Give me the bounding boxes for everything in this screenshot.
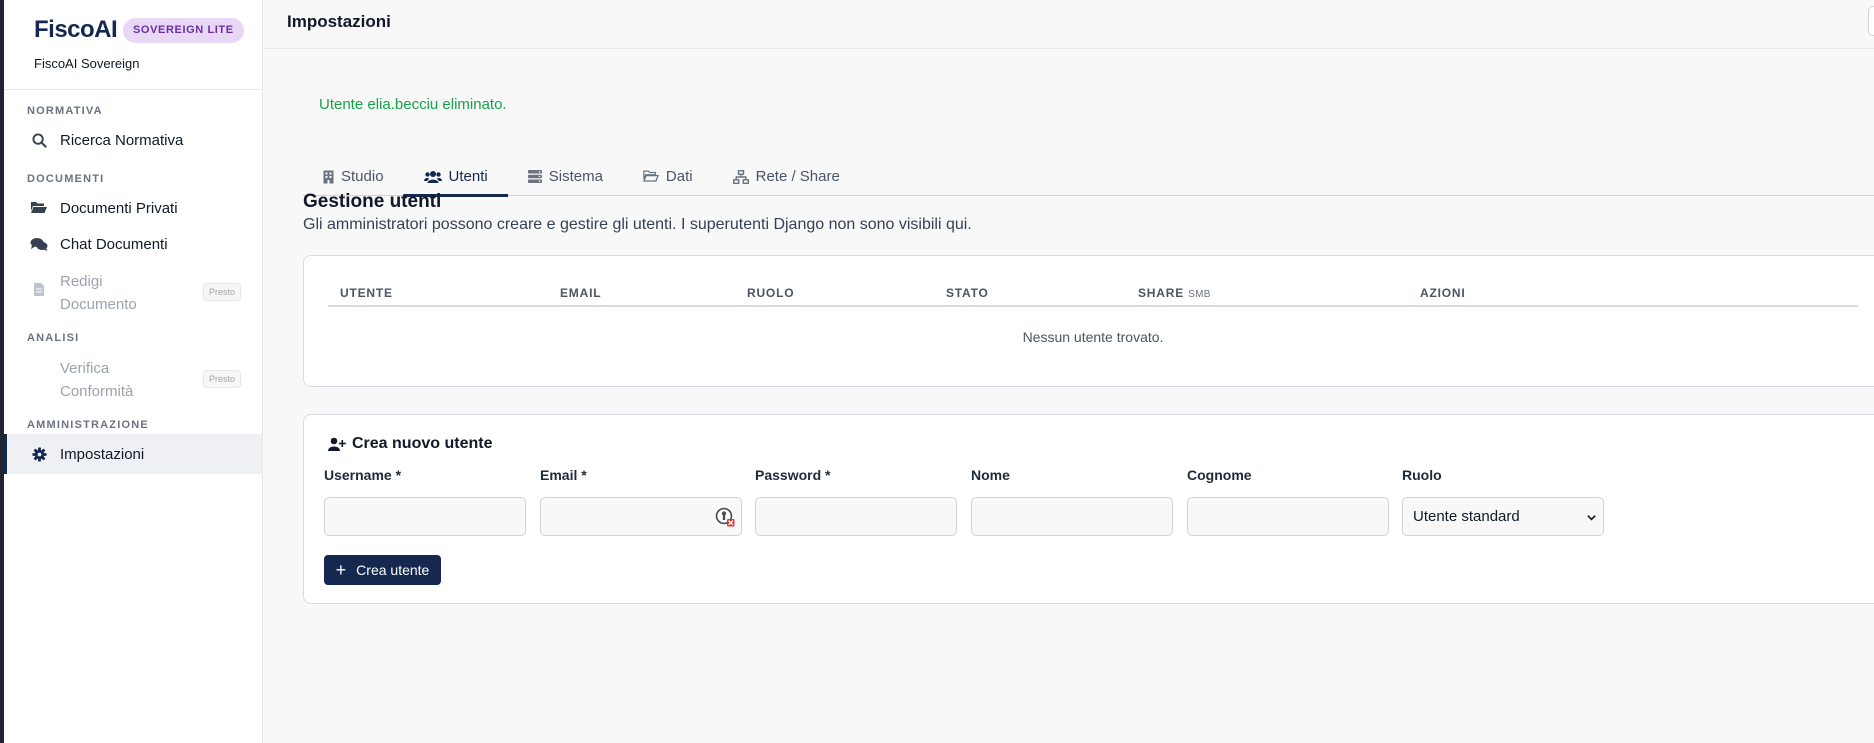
folder-open-icon (642, 170, 659, 183)
empty-table-message: Nessun utente trovato. (1022, 329, 1164, 345)
success-alert: Utente elia.becciu eliminato. (319, 96, 507, 113)
network-icon (732, 169, 749, 184)
search-icon (30, 131, 48, 149)
app-window: FiscoAI SOVEREIGN LITE FiscoAI Sovereign… (0, 0, 1874, 743)
user-plus-icon (328, 437, 346, 451)
coming-soon-badge: Presto (202, 283, 241, 301)
cognome-input[interactable] (1187, 497, 1389, 536)
topbar: Impostazioni (263, 0, 1874, 49)
brand-subtitle: FiscoAI Sovereign (34, 56, 140, 71)
username-field: Username * (324, 467, 526, 536)
app-logo[interactable]: FiscoAI (34, 16, 118, 44)
section-heading: Gestione utenti (303, 191, 442, 212)
table-header: UTENTE EMAIL RUOLO STATO SHARE SMB AZION… (328, 286, 1858, 307)
ruolo-select[interactable]: Utente standard (1402, 497, 1604, 536)
sidebar-item-impostazioni[interactable]: Impostazioni (4, 434, 262, 474)
ruolo-label: Ruolo (1402, 467, 1442, 483)
email-field: Email * (540, 467, 742, 536)
column-header-utente: UTENTE (340, 286, 393, 300)
tab-label: Dati (665, 168, 693, 185)
username-input[interactable] (324, 497, 526, 536)
create-user-card: Crea nuovo utente Username * Email * Pas… (303, 414, 1874, 604)
folder-open-icon (30, 199, 48, 217)
page-title: Impostazioni (287, 12, 391, 31)
tab-label: Rete / Share (755, 168, 840, 185)
sidebar-item-label: Impostazioni (60, 445, 145, 463)
edition-badge: SOVEREIGN LITE (123, 18, 244, 43)
plus-icon: + (335, 560, 347, 580)
column-header-email: EMAIL (560, 286, 602, 300)
tab-label: Sistema (548, 168, 603, 185)
chevron-down-icon (1586, 510, 1597, 527)
tab-label: Utenti (448, 167, 488, 185)
column-header-stato: STATO (946, 286, 989, 300)
topbar-action-button[interactable] (1868, 6, 1874, 36)
email-label: Email * (540, 467, 587, 483)
sidebar-item-documenti-privati[interactable]: Documenti Privati (4, 188, 262, 228)
sidebar-item-label: Redigi Documento (60, 273, 137, 313)
password-input[interactable] (755, 497, 957, 536)
sidebar-item-label: Verifica Conformità (60, 360, 134, 400)
nome-input[interactable] (971, 497, 1173, 536)
coming-soon-badge: Presto (202, 370, 241, 388)
sidebar-item-ricerca-normativa[interactable]: Ricerca Normativa (4, 120, 262, 160)
column-header-share: SHARE SMB (1138, 286, 1211, 300)
column-header-ruolo: RUOLO (747, 286, 795, 300)
sidebar-item-label: Chat Documenti (60, 235, 168, 253)
section-title-analisi: ANALISI (27, 332, 80, 344)
main-content: Utente elia.becciu eliminato. Studio Ute… (263, 49, 1874, 743)
section-title-amministrazione: AMMINISTRAZIONE (27, 419, 149, 431)
tab-label: Studio (341, 168, 384, 185)
tab-sistema[interactable]: Sistema (508, 157, 623, 196)
sidebar-item-chat-documenti[interactable]: Chat Documenti (4, 224, 262, 264)
sidebar-item-verifica-conformita[interactable]: Verifica Conformità Presto (4, 355, 262, 405)
brand-header: FiscoAI SOVEREIGN LITE FiscoAI Sovereign (4, 0, 262, 90)
username-label: Username * (324, 467, 402, 483)
users-icon (423, 170, 442, 183)
server-icon (527, 170, 542, 183)
column-header-azioni: AZIONI (1420, 286, 1466, 300)
password-manager-icon[interactable] (715, 507, 735, 527)
create-user-title: Crea nuovo utente (352, 435, 493, 452)
create-user-button[interactable]: + Crea utente (324, 555, 441, 585)
gear-icon (30, 445, 48, 463)
create-user-button-label: Crea utente (356, 562, 430, 578)
section-description: Gli amministratori possono creare e gest… (303, 216, 972, 233)
cognome-label: Cognome (1187, 467, 1252, 483)
chat-icon (30, 235, 48, 253)
section-title-normativa: NORMATIVA (27, 105, 103, 117)
share-suffix: SMB (1188, 289, 1211, 300)
tab-dati[interactable]: Dati (623, 157, 713, 196)
create-user-heading: Crea nuovo utente (328, 435, 492, 453)
check-icon (30, 367, 48, 385)
ruolo-selected-value: Utente standard (1413, 508, 1520, 525)
email-input[interactable] (540, 497, 742, 536)
tab-rete-share[interactable]: Rete / Share (713, 157, 860, 196)
ruolo-field: Ruolo Utente standard (1402, 467, 1604, 536)
cognome-field: Cognome (1187, 467, 1389, 536)
password-label: Password * (755, 467, 831, 483)
section-title-documenti: DOCUMENTI (27, 173, 105, 185)
users-table-card: UTENTE EMAIL RUOLO STATO SHARE SMB AZION… (303, 255, 1874, 387)
building-icon (323, 170, 334, 184)
nome-label: Nome (971, 467, 1010, 483)
settings-tabs: Studio Utenti Sistema Dati Rete / Share (303, 157, 1874, 197)
password-field: Password * (755, 467, 957, 536)
sidebar: FiscoAI SOVEREIGN LITE FiscoAI Sovereign… (4, 0, 263, 743)
share-label: SHARE (1138, 286, 1185, 300)
nome-field: Nome (971, 467, 1173, 536)
document-icon (30, 280, 48, 298)
sidebar-item-label: Ricerca Normativa (60, 131, 184, 149)
sidebar-item-redigi-documento[interactable]: Redigi Documento Presto (4, 268, 262, 318)
sidebar-item-label: Documenti Privati (60, 199, 178, 217)
